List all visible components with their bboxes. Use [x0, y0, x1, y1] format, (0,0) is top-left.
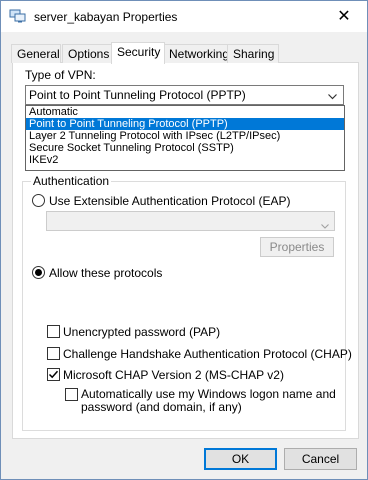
- eap-method-select[interactable]: [46, 211, 335, 231]
- auto-logon-label-line2: password (and domain, if any): [81, 400, 242, 414]
- tab-sharing[interactable]: Sharing: [227, 44, 279, 63]
- mschapv2-label[interactable]: Microsoft CHAP Version 2 (MS-CHAP v2): [63, 368, 284, 382]
- authentication-legend: Authentication: [31, 174, 112, 188]
- vpn-option-pptp[interactable]: Point to Point Tunneling Protocol (PPTP): [26, 118, 344, 130]
- window-title: server_kabayan Properties: [34, 10, 178, 24]
- auto-logon-checkbox[interactable]: [65, 388, 78, 401]
- tab-options[interactable]: Options: [62, 44, 113, 63]
- vpn-type-select[interactable]: Point to Point Tunneling Protocol (PPTP): [25, 85, 344, 105]
- chap-checkbox[interactable]: [47, 347, 60, 360]
- title-bar: server_kabayan Properties ✕: [1, 1, 367, 32]
- checkmark-icon: [48, 370, 59, 379]
- mschapv2-checkbox[interactable]: [47, 368, 60, 381]
- cancel-button[interactable]: Cancel: [284, 448, 357, 470]
- vpn-option-sstp[interactable]: Secure Socket Tunneling Protocol (SSTP): [26, 142, 344, 154]
- vpn-option-automatic[interactable]: Automatic: [26, 106, 344, 118]
- pap-checkbox[interactable]: [47, 325, 60, 338]
- chevron-down-icon: [321, 218, 329, 229]
- allow-protocols-radio[interactable]: [32, 266, 45, 279]
- vpn-option-ikev2[interactable]: IKEv2: [26, 154, 344, 166]
- chap-label[interactable]: Challenge Handshake Authentication Proto…: [63, 347, 352, 361]
- pap-label[interactable]: Unencrypted password (PAP): [63, 325, 220, 339]
- properties-button[interactable]: Properties: [260, 237, 334, 257]
- vpn-option-l2tp[interactable]: Layer 2 Tunneling Protocol with IPsec (L…: [26, 130, 344, 142]
- tab-general[interactable]: General: [11, 44, 61, 63]
- vpn-type-dropdown-list: Automatic Point to Point Tunneling Proto…: [25, 105, 345, 171]
- allow-protocols-label[interactable]: Allow these protocols: [49, 266, 162, 280]
- ok-button[interactable]: OK: [204, 448, 277, 470]
- tab-security[interactable]: Security: [111, 42, 165, 64]
- tab-networking[interactable]: Networking: [163, 44, 229, 63]
- vpn-type-label: Type of VPN:: [25, 68, 96, 82]
- auto-logon-label[interactable]: Automatically use my Windows logon name …: [81, 388, 336, 414]
- network-connection-icon: [9, 9, 26, 23]
- chevron-down-icon: [328, 89, 337, 100]
- close-button[interactable]: ✕: [321, 1, 367, 32]
- eap-radio[interactable]: [32, 194, 45, 207]
- properties-dialog: server_kabayan Properties ✕ General Opti…: [0, 0, 368, 480]
- vpn-type-value: Point to Point Tunneling Protocol (PPTP): [29, 88, 246, 102]
- eap-radio-label[interactable]: Use Extensible Authentication Protocol (…: [49, 194, 290, 208]
- radio-selected-dot: [35, 269, 42, 276]
